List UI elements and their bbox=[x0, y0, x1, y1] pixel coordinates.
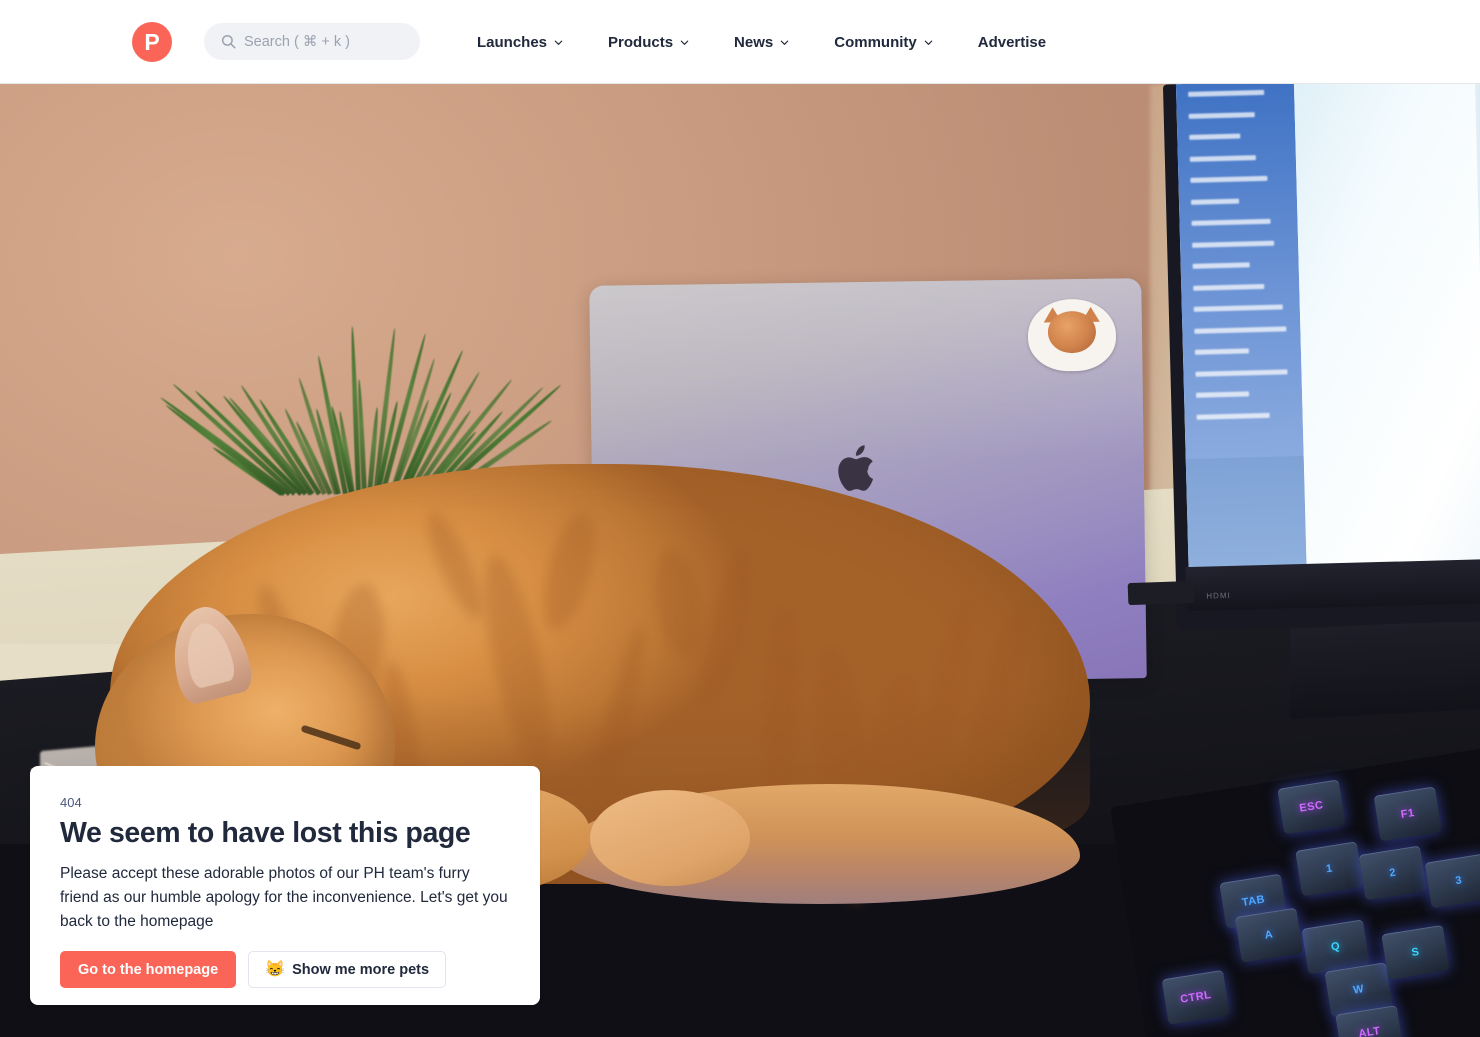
error-card: 404 We seem to have lost this page Pleas… bbox=[30, 766, 540, 1005]
nav-item-launches[interactable]: Launches bbox=[477, 34, 564, 51]
keyboard-key-a[interactable]: A bbox=[1235, 908, 1303, 963]
chevron-down-icon bbox=[779, 37, 790, 48]
nav-item-label: Community bbox=[834, 34, 917, 51]
apple-logo-icon bbox=[836, 442, 883, 497]
keyboard-key-ctrl[interactable]: CTRL bbox=[1162, 970, 1230, 1025]
nav-item-community[interactable]: Community bbox=[834, 34, 934, 51]
cat-sticker-text bbox=[1028, 352, 1116, 363]
cat-face-icon: 😸 bbox=[265, 962, 285, 978]
page-title: We seem to have lost this page bbox=[60, 817, 510, 851]
nav-item-news[interactable]: News bbox=[734, 34, 790, 51]
keyboard-key-3[interactable]: 3 bbox=[1425, 853, 1480, 908]
monitor-screen bbox=[1176, 84, 1480, 569]
design-tool-canvas bbox=[1294, 84, 1480, 566]
main-navigation: Launches Products News Community Adverti bbox=[477, 0, 1046, 84]
hdmi-port-label: HDMI bbox=[1206, 591, 1231, 601]
product-hunt-logo[interactable]: P bbox=[132, 22, 172, 62]
show-more-pets-label: Show me more pets bbox=[292, 962, 429, 978]
nav-item-label: Launches bbox=[477, 34, 547, 51]
show-more-pets-button[interactable]: 😸 Show me more pets bbox=[248, 951, 446, 988]
keyboard-key-esc[interactable]: ESC bbox=[1277, 779, 1345, 834]
nav-item-products[interactable]: Products bbox=[608, 34, 690, 51]
cat-sticker bbox=[1027, 299, 1116, 372]
keyboard-key-2[interactable]: 2 bbox=[1359, 845, 1427, 900]
keyboard-key-s[interactable]: S bbox=[1381, 925, 1449, 980]
nav-item-label: Advertise bbox=[978, 34, 1046, 51]
keyboard-key-1[interactable]: 1 bbox=[1295, 841, 1363, 896]
laptop-cable-connector bbox=[1128, 581, 1195, 605]
search-placeholder: Search ( ⌘ + k ) bbox=[244, 34, 350, 50]
cat-tail-tip bbox=[590, 790, 750, 886]
monitor-chin bbox=[1186, 559, 1480, 611]
chevron-down-icon bbox=[553, 37, 564, 48]
chevron-down-icon bbox=[923, 37, 934, 48]
error-card-actions: Go to the homepage 😸 Show me more pets bbox=[60, 951, 510, 988]
design-tool-sidebar-lower bbox=[1186, 456, 1307, 569]
nav-item-advertise[interactable]: Advertise bbox=[978, 34, 1046, 51]
search-icon bbox=[221, 34, 236, 49]
monitor-stand bbox=[1290, 619, 1480, 719]
go-to-homepage-button[interactable]: Go to the homepage bbox=[60, 951, 236, 988]
canvas-edge bbox=[1475, 84, 1480, 561]
chevron-down-icon bbox=[679, 37, 690, 48]
site-header: P Search ( ⌘ + k ) Launches Products New… bbox=[0, 0, 1480, 84]
external-monitor: HDMI bbox=[1163, 84, 1480, 629]
error-code: 404 bbox=[60, 796, 510, 809]
nav-item-label: Products bbox=[608, 34, 673, 51]
nav-item-label: News bbox=[734, 34, 773, 51]
keyboard-key-f1[interactable]: F1 bbox=[1374, 786, 1442, 841]
error-description: Please accept these adorable photos of o… bbox=[60, 862, 510, 935]
search-input[interactable]: Search ( ⌘ + k ) bbox=[204, 23, 420, 60]
grass-plant bbox=[255, 294, 465, 494]
